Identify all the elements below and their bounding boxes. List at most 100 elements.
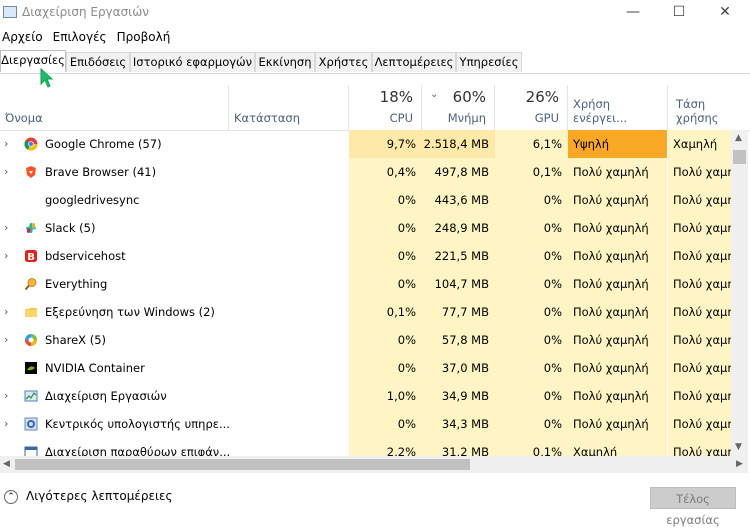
tab-users[interactable]: Χρήστες [315, 52, 372, 72]
power-trend-value: Χαμηλή [668, 130, 731, 158]
service-host-gear-icon [24, 417, 38, 431]
power-usage-value: Πολύ χαμηλή [568, 214, 667, 242]
expand-chevron-icon[interactable]: › [4, 410, 14, 438]
power-usage-value: Πολύ χαμηλή [568, 298, 667, 326]
expand-chevron-icon[interactable]: › [4, 130, 14, 158]
memory-value: 221,5 MB [422, 242, 495, 270]
tab-details[interactable]: Λεπτομέρειες [372, 52, 456, 72]
title-bar: Διαχείριση Εργασιών — ☐ ✕ [0, 0, 750, 26]
power-trend-value: Πολύ χαμηλή [668, 270, 731, 298]
footer-bar: ⌃ Λιγότερες λεπτομέρειες Τέλος εργασίας [0, 478, 750, 527]
expand-chevron-icon[interactable]: › [4, 242, 14, 270]
table-row[interactable]: › Bbdservicehost 0% 221,5 MB 0% Πολύ χαμηλή Πο… [0, 242, 731, 270]
power-usage-value: Χαμηλή [568, 438, 667, 456]
scroll-up-arrow-icon[interactable]: ▲ [735, 133, 742, 143]
gpu-value: 0% [495, 242, 568, 270]
column-memory[interactable]: ⌄ 60% Μνήμη [422, 85, 495, 130]
process-name: bdservicehost [45, 249, 126, 263]
column-header-row: Όνομα Κατάσταση 18% CPU ⌄ 60% Μνήμη 26% … [0, 85, 750, 131]
tab-startup[interactable]: Εκκίνηση [255, 52, 315, 72]
scroll-down-arrow-icon[interactable]: ▼ [735, 442, 742, 452]
table-row[interactable]: › Google Chrome (57) 9,7% 2.518,4 MB 6,1% Υψη… [0, 130, 731, 158]
power-trend-value: Πολύ χαμηλή [668, 186, 731, 214]
process-list: › Google Chrome (57) 9,7% 2.518,4 MB 6,1% Υψη… [0, 130, 731, 456]
cpu-value: 0% [349, 410, 422, 438]
maximize-button[interactable]: ☐ [656, 0, 702, 26]
scroll-left-arrow-icon[interactable]: ◀ [3, 459, 10, 469]
power-trend-value: Πολύ χαμηλή [668, 242, 731, 270]
tab-app-history[interactable]: Ιστορικό εφαρμογών [130, 52, 255, 72]
vertical-scrollbar[interactable]: ▲ ▼ [731, 130, 748, 456]
cpu-value: 0% [349, 270, 422, 298]
expand-chevron-icon[interactable]: › [4, 214, 14, 242]
expand-chevron-icon[interactable]: › [4, 382, 14, 410]
cpu-value: 0,4% [349, 158, 422, 186]
column-power-trend[interactable]: Τάση χρήσης [668, 85, 750, 130]
horizontal-scrollbar[interactable]: ◀ ▶ [0, 456, 748, 473]
table-row[interactable]: › Διαχείριση Εργασιών 1,0% 34,9 MB 0% Πολύ χα… [0, 382, 731, 410]
expand-chevron-icon[interactable]: › [4, 298, 14, 326]
process-name: Κεντρικός υπολογιστής υπηρε... [45, 417, 230, 431]
sort-chevron-down-icon: ⌄ [430, 89, 439, 100]
fewer-details-link[interactable]: ⌃ Λιγότερες λεπτομέρειες [4, 489, 173, 504]
table-row[interactable]: Everything 0% 104,7 MB 0% Πολύ χαμηλή Πολύ χα… [0, 270, 731, 298]
menu-options[interactable]: Επιλογές [51, 27, 109, 44]
minimize-button[interactable]: — [610, 0, 656, 26]
end-task-button[interactable]: Τέλος εργασίας [650, 487, 736, 527]
menu-file[interactable]: Αρχείο [0, 27, 45, 44]
table-row[interactable]: Διαχείριση παραθύρων επιφάν... 2,2% 31,2 M… [0, 438, 731, 456]
power-trend-value: Πολύ χαμηλή [668, 354, 731, 382]
memory-value: 34,3 MB [422, 410, 495, 438]
column-cpu[interactable]: 18% CPU [349, 85, 422, 130]
memory-value: 37,0 MB [422, 354, 495, 382]
vertical-scroll-thumb[interactable] [733, 150, 746, 164]
process-name: Εξερεύνηση των Windows (2) [45, 305, 215, 319]
cpu-value: 2,2% [349, 438, 422, 456]
window-manager-icon [24, 446, 38, 456]
power-trend-value: Πολύ χαμηλή [668, 410, 731, 438]
slack-icon [26, 223, 36, 233]
table-row[interactable]: googledrivesync 0% 443,6 MB 0% Πολύ χαμηλή Πο… [0, 186, 731, 214]
chrome-icon [24, 137, 38, 151]
tab-services[interactable]: Υπηρεσίες [456, 52, 522, 72]
table-row[interactable]: › ShareX (5) 0% 57,8 MB 0% Πολύ χαμηλή Πολύ χα… [0, 326, 731, 354]
table-row[interactable]: NVIDIA Container 0% 37,0 MB 0% Πολύ χαμηλή Πο… [0, 354, 731, 382]
scroll-right-arrow-icon[interactable]: ▶ [736, 459, 743, 469]
expand-chevron-icon[interactable]: › [4, 158, 14, 186]
memory-total-percent: 60% [452, 88, 486, 106]
memory-value: 104,7 MB [422, 270, 495, 298]
menu-view[interactable]: Προβολή [115, 27, 173, 44]
process-name: Διαχείριση Εργασιών [45, 389, 167, 403]
column-gpu[interactable]: 26% GPU [495, 85, 568, 130]
table-row[interactable]: › Κεντρικός υπολογιστής υπηρε... 0% 34,3 MB… [0, 410, 731, 438]
power-usage-value: Πολύ χαμηλή [568, 382, 667, 410]
gpu-value: 0% [495, 326, 568, 354]
window-title: Διαχείριση Εργασιών [22, 5, 149, 19]
memory-value: 77,7 MB [422, 298, 495, 326]
gpu-total-percent: 26% [525, 88, 559, 106]
gpu-value: 0% [495, 298, 568, 326]
gpu-value: 0% [495, 270, 568, 298]
horizontal-scroll-thumb[interactable] [15, 459, 470, 470]
table-row[interactable]: › Εξερεύνηση των Windows (2) 0,1% 77,7 MB 0%… [0, 298, 731, 326]
column-status[interactable]: Κατάσταση [229, 85, 349, 130]
svg-text:B: B [27, 252, 35, 263]
gpu-value: 0,1% [495, 158, 568, 186]
expand-chevron-icon[interactable]: › [4, 326, 14, 354]
tab-performance[interactable]: Επιδόσεις [66, 52, 130, 72]
column-power-usage[interactable]: Χρήση ενέργει... [568, 85, 668, 130]
sharex-icon [25, 334, 37, 346]
tab-processes[interactable]: Διεργασίες [0, 50, 66, 72]
process-name: Διαχείριση παραθύρων επιφάν... [45, 445, 231, 456]
memory-value: 497,8 MB [422, 158, 495, 186]
memory-value: 57,8 MB [422, 326, 495, 354]
cpu-value: 9,7% [349, 130, 422, 158]
close-button[interactable]: ✕ [702, 0, 748, 26]
process-name: ShareX (5) [45, 333, 107, 347]
everything-search-icon [24, 278, 37, 291]
table-row[interactable]: › Brave Browser (41) 0,4% 497,8 MB 0,1% Πολύ … [0, 158, 731, 186]
gpu-value: 0% [495, 214, 568, 242]
power-trend-value: Πολύ χαμηλή [668, 326, 731, 354]
column-name[interactable]: Όνομα [0, 85, 229, 130]
table-row[interactable]: › Slack (5) 0% 248,9 MB 0% Πολύ χαμηλή Πολύ χα… [0, 214, 731, 242]
